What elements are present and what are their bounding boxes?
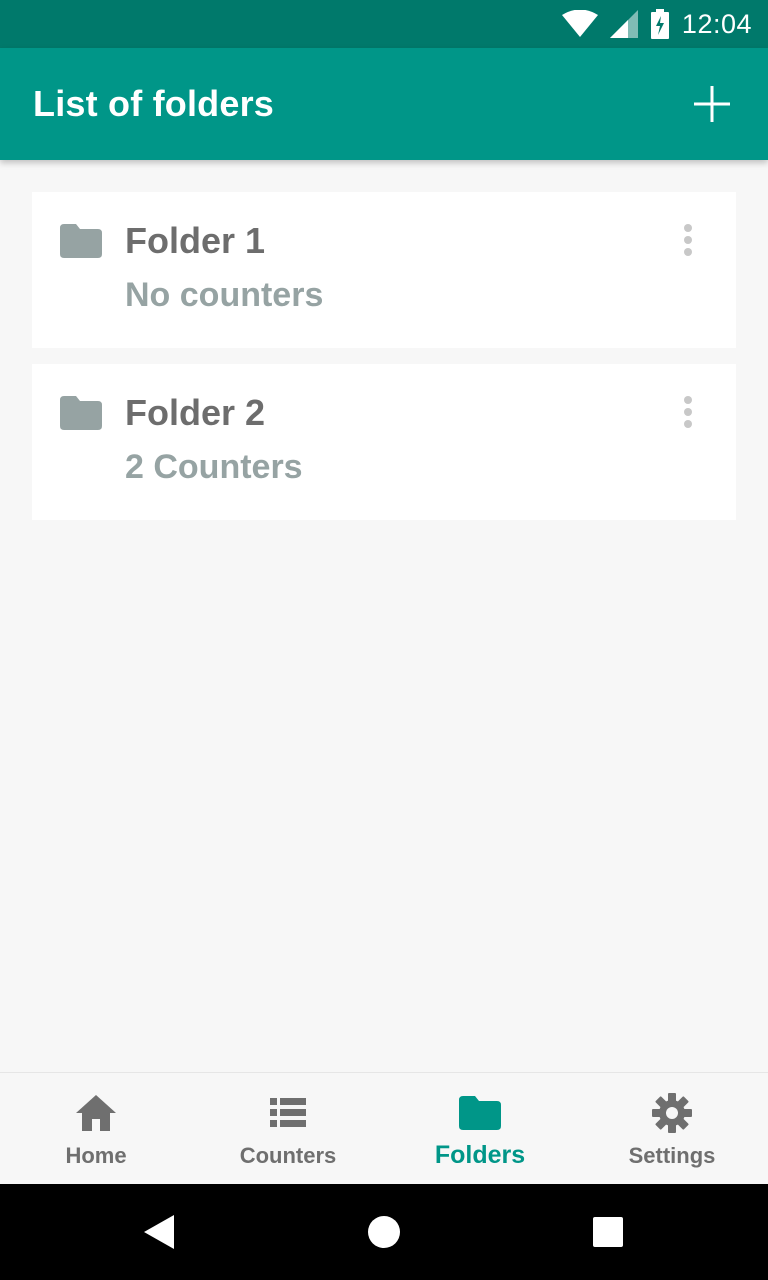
nav-label-home: Home xyxy=(65,1143,127,1168)
folder-card-1[interactable]: Folder 1 No counters xyxy=(32,192,736,348)
add-folder-button[interactable] xyxy=(688,80,736,128)
more-vert-icon[interactable] xyxy=(672,220,704,260)
battery-charging-icon xyxy=(650,9,670,39)
home-icon xyxy=(76,1093,116,1133)
folder-name: Folder 2 xyxy=(125,392,266,433)
nav-item-counters[interactable]: Counters xyxy=(192,1073,384,1184)
signal-icon xyxy=(609,10,638,38)
folder-subtitle: No counters xyxy=(125,276,324,314)
status-bar: 12:04 xyxy=(0,0,768,48)
app-bar: List of folders xyxy=(0,48,768,160)
system-navigation-bar xyxy=(0,1184,768,1280)
plus-icon xyxy=(694,86,730,122)
folder-list: Folder 1 No counters Folder 2 2 Counters xyxy=(0,160,768,1072)
home-circle-icon[interactable] xyxy=(336,1184,432,1280)
back-icon[interactable] xyxy=(112,1184,208,1280)
list-icon xyxy=(270,1093,306,1133)
wifi-icon xyxy=(561,10,598,38)
folder-icon xyxy=(459,1093,501,1133)
more-vert-icon[interactable] xyxy=(672,392,704,432)
nav-item-folders[interactable]: Folders xyxy=(384,1073,576,1184)
page-title: List of folders xyxy=(33,83,275,124)
folder-card-2[interactable]: Folder 2 2 Counters xyxy=(32,364,736,520)
nav-label-folders: Folders xyxy=(434,1141,526,1169)
folder-subtitle: 2 Counters xyxy=(125,448,303,486)
recents-icon[interactable] xyxy=(560,1184,656,1280)
folder-name: Folder 1 xyxy=(125,220,266,261)
nav-item-home[interactable]: Home xyxy=(0,1073,192,1184)
bottom-navigation: Home Counters Folders Settings xyxy=(0,1072,768,1184)
gear-icon xyxy=(652,1093,692,1133)
status-time: 12:04 xyxy=(681,8,752,39)
nav-label-counters: Counters xyxy=(239,1143,337,1168)
nav-item-settings[interactable]: Settings xyxy=(576,1073,768,1184)
nav-label-settings: Settings xyxy=(628,1143,716,1168)
folder-icon xyxy=(60,396,102,435)
folder-icon xyxy=(60,224,102,263)
